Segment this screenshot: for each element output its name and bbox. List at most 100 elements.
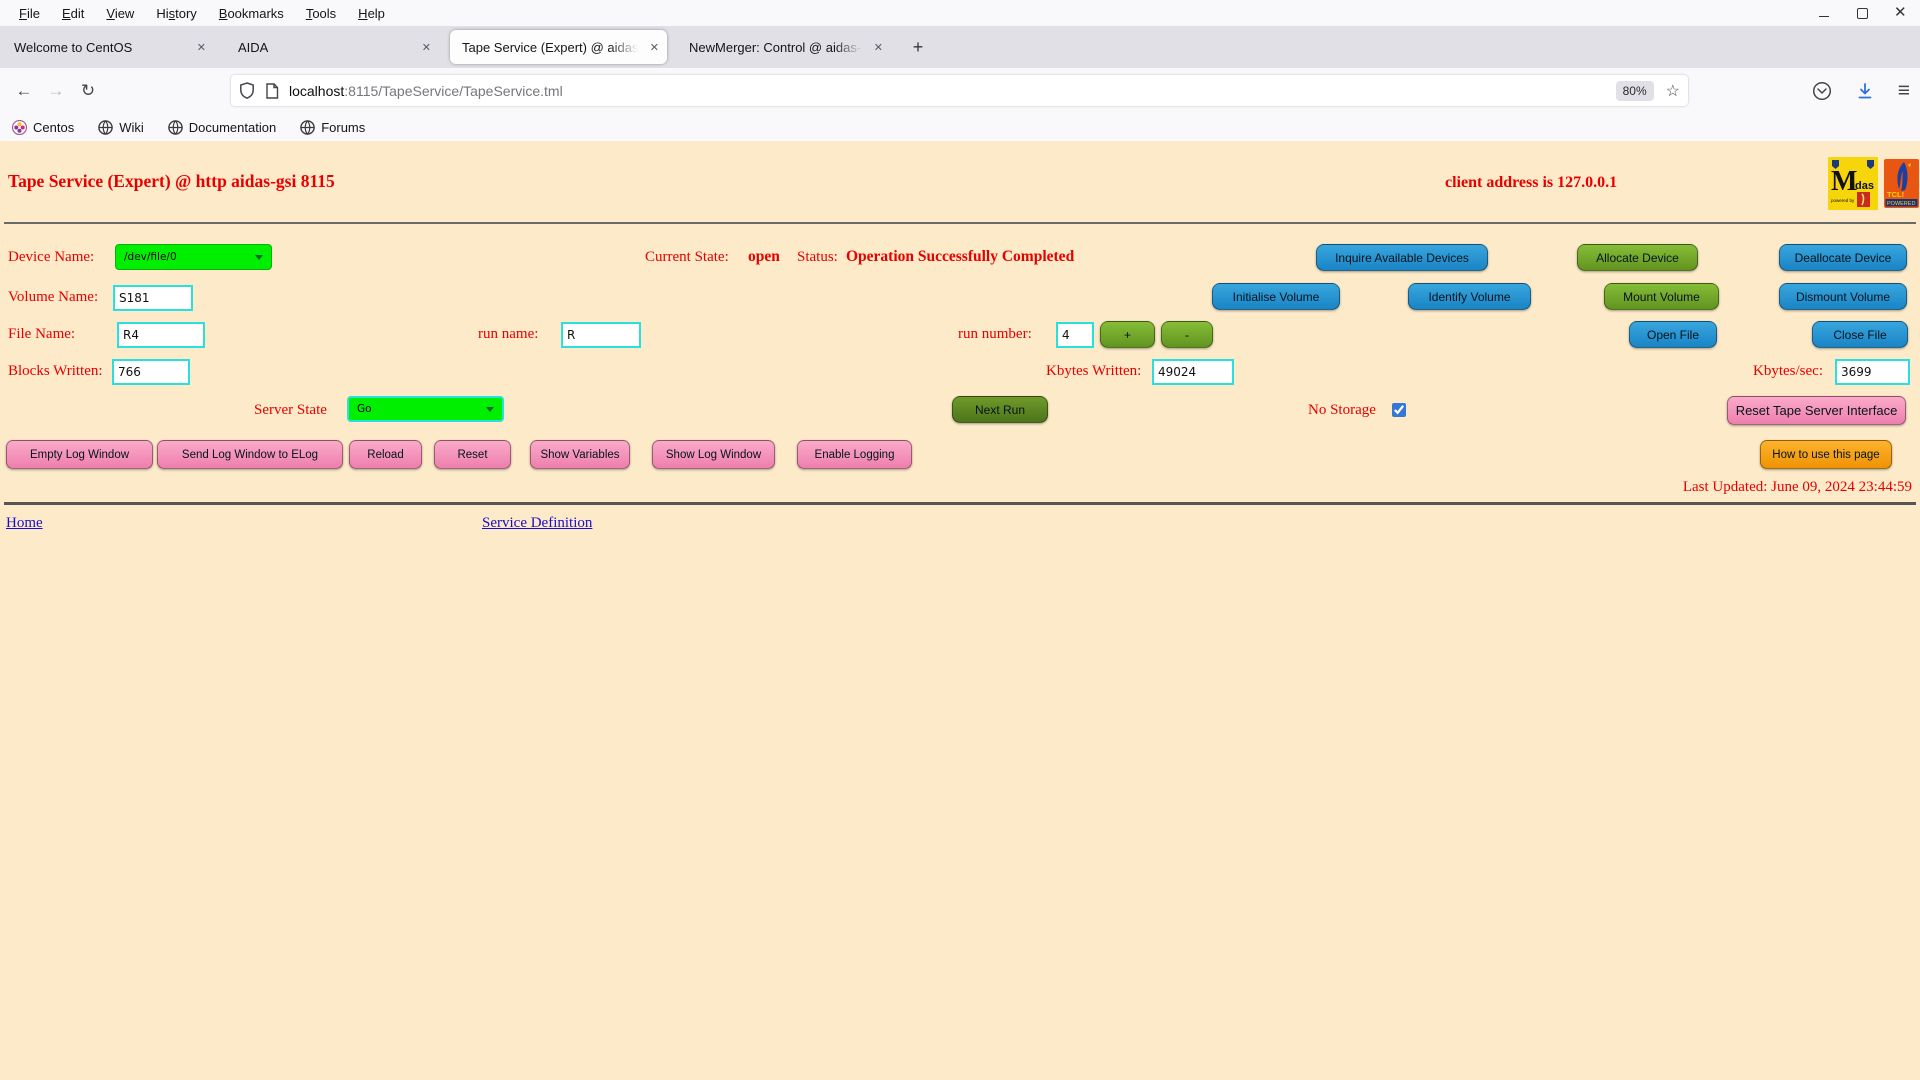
reset-tape-server-button[interactable]: Reset Tape Server Interface [1727, 396, 1906, 425]
dismount-volume-button[interactable]: Dismount Volume [1779, 283, 1907, 310]
status-value: Operation Successfully Completed [846, 248, 1074, 266]
device-name-value: /dev/file/0 [124, 251, 177, 263]
deallocate-device-button[interactable]: Deallocate Device [1779, 244, 1907, 271]
reload-button[interactable]: Reload [349, 440, 422, 469]
tab-close-icon[interactable]: ✕ [422, 41, 431, 54]
svg-text:TCL!: TCL! [1887, 190, 1904, 199]
centos-icon [12, 120, 27, 135]
current-state-label: Current State: [645, 249, 729, 266]
svg-text:idas: idas [1852, 180, 1874, 192]
server-state-label: Server State [254, 402, 327, 419]
volume-name-label: Volume Name: [8, 289, 98, 306]
zoom-level-badge[interactable]: 80% [1616, 81, 1654, 101]
how-to-use-button[interactable]: How to use this page [1760, 440, 1892, 469]
bookmarks-bar: Centos Wiki Documentation Forums [0, 113, 1920, 142]
tab-tape-service[interactable]: Tape Service (Expert) @ aidas ✕ [450, 30, 667, 64]
tab-bar: Welcome to CentOS ✕ AIDA ✕ Tape Service … [0, 26, 1920, 68]
kbytes-sec-label: Kbytes/sec: [1753, 363, 1823, 380]
kbytes-written-input[interactable] [1152, 359, 1234, 385]
current-state-value: open [748, 248, 780, 266]
run-name-input[interactable] [561, 322, 641, 348]
tab-newmerger[interactable]: NewMerger: Control @ aidas- ✕ [677, 30, 891, 64]
run-number-label: run number: [958, 326, 1032, 343]
blocks-written-label: Blocks Written: [8, 363, 103, 380]
enable-logging-button[interactable]: Enable Logging [797, 440, 912, 469]
new-tab-button[interactable]: + [905, 34, 931, 60]
back-icon[interactable]: ← [8, 81, 40, 101]
tab-close-icon[interactable]: ✕ [650, 41, 659, 54]
chevron-down-icon [255, 255, 263, 260]
tab-close-icon[interactable]: ✕ [874, 41, 883, 54]
run-name-label: run name: [478, 326, 538, 343]
no-storage-label: No Storage [1308, 402, 1376, 419]
status-label: Status: [797, 249, 838, 266]
run-number-increment-button[interactable]: + [1100, 321, 1155, 348]
menu-history[interactable]: History [145, 3, 207, 24]
menu-help[interactable]: Help [347, 3, 396, 24]
device-name-select[interactable]: /dev/file/0 [115, 244, 272, 270]
inquire-available-devices-button[interactable]: Inquire Available Devices [1316, 244, 1488, 271]
kbytes-sec-input[interactable] [1835, 359, 1910, 385]
empty-log-window-button[interactable]: Empty Log Window [6, 440, 153, 469]
service-definition-link[interactable]: Service Definition [482, 515, 592, 532]
menu-file[interactable]: File [8, 3, 51, 24]
allocate-device-button[interactable]: Allocate Device [1577, 244, 1698, 271]
minimize-icon[interactable] [1818, 7, 1830, 19]
identify-volume-button[interactable]: Identify Volume [1408, 283, 1531, 310]
tab-aida[interactable]: AIDA ✕ [226, 30, 439, 64]
toolbar-right-icons: ≡ [1812, 68, 1910, 113]
bookmark-forums[interactable]: Forums [300, 120, 365, 135]
globe-icon [300, 120, 315, 135]
server-state-value: Go [357, 403, 372, 415]
next-run-button[interactable]: Next Run [952, 396, 1048, 423]
tab-close-icon[interactable]: ✕ [197, 41, 206, 54]
menu-tools[interactable]: Tools [295, 3, 347, 24]
device-name-label: Device Name: [8, 249, 94, 266]
menu-view[interactable]: View [95, 3, 145, 24]
show-log-window-button[interactable]: Show Log Window [652, 440, 775, 469]
open-file-button[interactable]: Open File [1629, 321, 1717, 348]
send-log-to-elog-button[interactable]: Send Log Window to ELog [157, 440, 343, 469]
volume-name-input[interactable] [113, 285, 193, 311]
shield-icon[interactable] [239, 82, 255, 99]
client-address: client address is 127.0.0.1 [1445, 174, 1617, 192]
svg-text:powered by: powered by [1831, 198, 1855, 203]
server-state-select[interactable]: Go [347, 396, 504, 422]
close-file-button[interactable]: Close File [1812, 321, 1908, 348]
forward-icon[interactable]: → [40, 81, 72, 101]
last-updated-text: Last Updated: June 09, 2024 23:44:59 [1683, 479, 1912, 496]
chevron-down-icon [486, 407, 494, 412]
no-storage-checkbox[interactable] [1392, 403, 1406, 417]
tab-welcome-centos[interactable]: Welcome to CentOS ✕ [2, 30, 214, 64]
reset-button[interactable]: Reset [434, 440, 511, 469]
globe-icon [98, 120, 113, 135]
run-number-decrement-button[interactable]: - [1161, 321, 1213, 348]
mount-volume-button[interactable]: Mount Volume [1604, 283, 1719, 310]
home-link[interactable]: Home [6, 515, 43, 532]
maximize-icon[interactable] [1856, 7, 1868, 19]
url-bar[interactable]: localhost:8115/TapeService/TapeService.t… [231, 75, 1688, 106]
file-name-label: File Name: [8, 326, 75, 343]
kbytes-written-label: Kbytes Written: [1046, 363, 1141, 380]
show-variables-button[interactable]: Show Variables [530, 440, 630, 469]
divider-bottom [4, 502, 1916, 505]
file-name-input[interactable] [117, 322, 205, 348]
menu-edit[interactable]: Edit [51, 3, 95, 24]
page-info-icon[interactable] [265, 83, 279, 99]
window-close-icon[interactable]: ✕ [1894, 7, 1906, 19]
initialise-volume-button[interactable]: Initialise Volume [1212, 283, 1340, 310]
bookmark-wiki[interactable]: Wiki [98, 120, 144, 135]
bookmark-star-icon[interactable]: ☆ [1666, 81, 1680, 101]
bookmark-documentation[interactable]: Documentation [168, 120, 276, 135]
tape-service-page: Tape Service (Expert) @ http aidas-gsi 8… [0, 141, 1920, 1080]
pocket-icon[interactable] [1812, 81, 1832, 101]
bookmark-centos[interactable]: Centos [12, 120, 74, 135]
blocks-written-input[interactable] [112, 359, 190, 385]
window-controls: ✕ [1818, 0, 1906, 26]
download-icon[interactable] [1856, 82, 1874, 100]
run-number-input[interactable] [1056, 322, 1094, 348]
divider-top [4, 222, 1916, 224]
menu-bookmarks[interactable]: Bookmarks [208, 3, 295, 24]
hamburger-menu-icon[interactable]: ≡ [1898, 80, 1910, 101]
reload-icon[interactable]: ↻ [72, 81, 104, 101]
